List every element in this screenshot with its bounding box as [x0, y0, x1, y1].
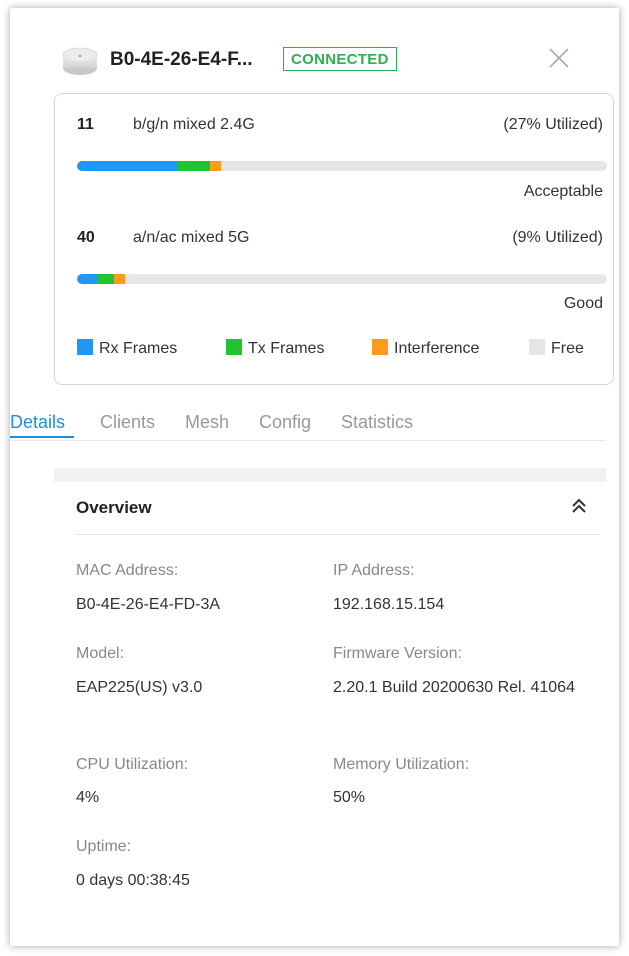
ip-address-label: IP Address: [333, 562, 415, 579]
radio-mode: a/n/ac mixed 5G [133, 229, 250, 246]
radio-2g-status: Acceptable [523, 183, 603, 200]
status-badge: CONNECTED [283, 47, 397, 71]
tab-details[interactable]: Details [10, 412, 65, 433]
model-label: Model: [76, 645, 125, 662]
overview-divider [76, 534, 600, 535]
rx-frames-segment [77, 274, 98, 284]
tab-statistics[interactable]: Statistics [341, 412, 413, 433]
memory-utilization-label: Memory Utilization: [333, 756, 470, 773]
collapse-button[interactable] [569, 496, 589, 516]
tab-clients[interactable]: Clients [100, 412, 155, 433]
rx-frames-segment [77, 161, 178, 171]
detail-tabs: Details Clients Mesh Config Statistics [10, 406, 606, 441]
radio-mode: b/g/n mixed 2.4G [133, 116, 255, 133]
device-detail-window: B0-4E-26-E4-F... CONNECTED 11 b/g/n mixe… [10, 8, 619, 946]
model-value: EAP225(US) v3.0 [76, 679, 203, 696]
radio-utilization-card: 11 b/g/n mixed 2.4G (27% Utilized) Accep… [54, 93, 614, 385]
interference-swatch [372, 339, 388, 355]
radio-channel: 11 [77, 116, 94, 133]
close-button[interactable] [545, 44, 573, 72]
memory-utilization-value: 50% [333, 789, 366, 806]
tab-mesh[interactable]: Mesh [185, 412, 229, 433]
radio-2g-usage-bar [77, 161, 607, 171]
radio-5g-status: Good [563, 295, 603, 312]
cpu-utilization-label: CPU Utilization: [76, 756, 189, 773]
radio-5g-usage-bar [77, 274, 607, 284]
legend-free-label: Free [551, 340, 584, 357]
tab-config[interactable]: Config [259, 412, 311, 433]
tx-frames-segment [98, 274, 114, 284]
usage-legend: Rx Frames Tx Frames Interference Free [77, 339, 607, 361]
legend-interference-label: Interference [394, 340, 480, 357]
radio-utilization: (9% Utilized) [512, 229, 603, 246]
cpu-utilization-value: 4% [76, 789, 100, 806]
device-detail-panel: B0-4E-26-E4-F... CONNECTED 11 b/g/n mixe… [10, 8, 614, 924]
legend-tx-label: Tx Frames [248, 340, 325, 357]
interference-segment [114, 274, 125, 284]
ip-address-value: 192.168.15.154 [333, 596, 445, 613]
radio-utilization: (27% Utilized) [503, 116, 603, 133]
legend-interference: Interference [372, 339, 479, 358]
overview-title: Overview [76, 498, 152, 517]
access-point-icon [62, 46, 98, 76]
interference-segment [210, 161, 221, 171]
close-icon [549, 48, 569, 68]
tx-frames-segment [178, 161, 210, 171]
legend-rx-label: Rx Frames [99, 340, 178, 357]
rx-swatch [77, 339, 93, 355]
firmware-version-label: Firmware Version: [333, 645, 462, 662]
active-tab-indicator [10, 436, 74, 438]
overview-section: Overview MAC Address: B0-4E-26-E4-FD-3A … [54, 482, 606, 924]
uptime-label: Uptime: [76, 838, 132, 855]
uptime-value: 0 days 00:38:45 [76, 872, 190, 889]
firmware-version-value: 2.20.1 Build 20200630 Rel. 41064 [333, 679, 575, 696]
legend-rx: Rx Frames [77, 339, 177, 358]
mac-address-value: B0-4E-26-E4-FD-3A [76, 596, 221, 613]
legend-free: Free [529, 339, 584, 358]
mac-address-label: MAC Address: [76, 562, 179, 579]
panel-header: B0-4E-26-E4-F... CONNECTED [54, 44, 606, 80]
legend-tx: Tx Frames [226, 339, 324, 358]
tx-swatch [226, 339, 242, 355]
device-name: B0-4E-26-E4-F... [110, 49, 253, 70]
double-chevron-up-icon [572, 498, 586, 513]
free-swatch [529, 339, 545, 355]
radio-channel: 40 [77, 229, 95, 246]
